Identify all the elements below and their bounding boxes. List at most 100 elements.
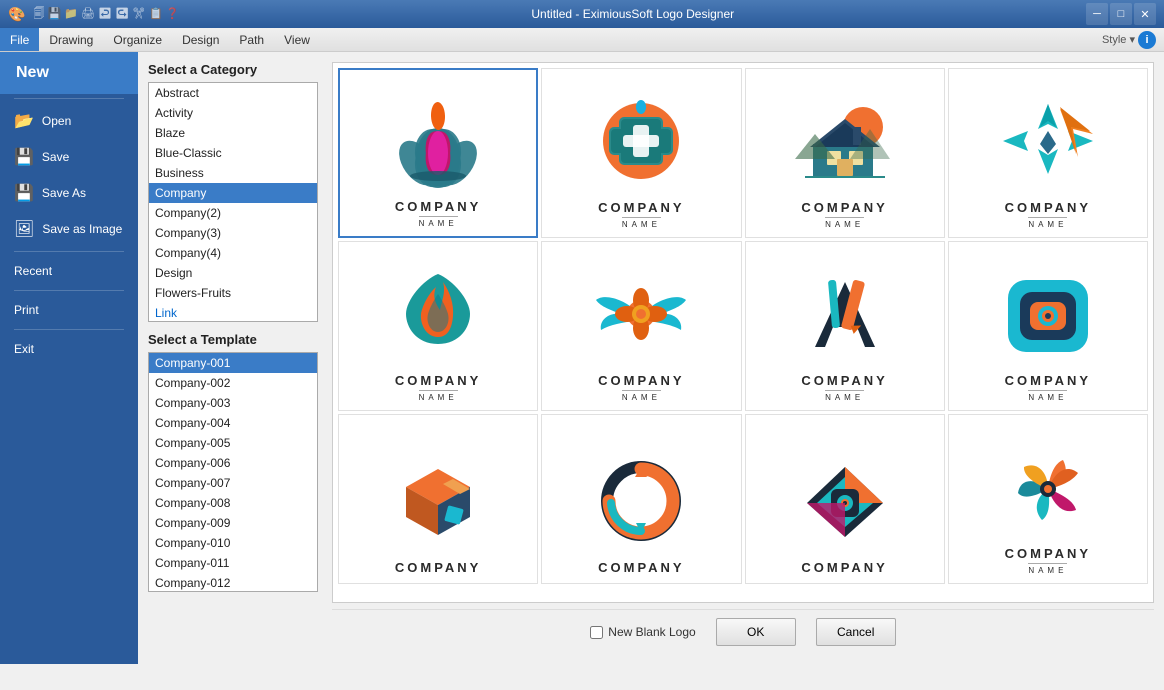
info-icon[interactable]: i (1138, 31, 1156, 49)
recent-label: Recent (14, 264, 52, 278)
logo-name-8: COMPANY (1005, 373, 1091, 388)
category-section: Select a Category Abstract Activity Blaz… (148, 62, 318, 322)
logo-svg-3 (795, 94, 895, 194)
logo-name-9: COMPANY (395, 560, 481, 575)
template-002[interactable]: Company-002 (149, 373, 317, 393)
template-title: Select a Template (148, 332, 318, 347)
logo-cell-5[interactable]: COMPANY NAME (338, 241, 538, 411)
logo-cell-3[interactable]: COMPANY NAME (745, 68, 945, 238)
logo-cell-1[interactable]: COMPANY NAME (338, 68, 538, 238)
blank-logo-label: New Blank Logo (608, 625, 695, 639)
menu-organize[interactable]: Organize (103, 28, 172, 51)
template-010[interactable]: Company-010 (149, 533, 317, 553)
logo-subname-6: NAME (622, 390, 661, 402)
template-007[interactable]: Company-007 (149, 473, 317, 493)
category-flowers-fruits[interactable]: Flowers-Fruits (149, 283, 317, 303)
template-001[interactable]: Company-001 (149, 353, 317, 373)
save-image-icon: 🖼 (14, 219, 34, 239)
blank-logo-checkbox-label[interactable]: New Blank Logo (590, 625, 695, 639)
category-link[interactable]: Link (149, 303, 317, 322)
category-activity[interactable]: Activity (149, 103, 317, 123)
category-company-4[interactable]: Company(4) (149, 243, 317, 263)
menu-bar: File Drawing Organize Design Path View S… (0, 28, 1164, 52)
logo-subname-7: NAME (825, 390, 864, 402)
category-company-3[interactable]: Company(3) (149, 223, 317, 243)
category-business[interactable]: Business (149, 163, 317, 183)
recent-button[interactable]: Recent (0, 256, 138, 286)
logo-subname-4: NAME (1028, 217, 1067, 229)
logo-cell-10[interactable]: COMPANY (541, 414, 741, 584)
print-label: Print (14, 303, 39, 317)
main-layout: New 📂 Open 💾 Save 💾 Save As 🖼 Save as Im… (0, 52, 1164, 664)
logo-name-10: COMPANY (598, 560, 684, 575)
close-button[interactable]: ✕ (1134, 3, 1156, 25)
save-as-image-button[interactable]: 🖼 Save as Image (0, 211, 138, 247)
logo-cell-6[interactable]: COMPANY NAME (541, 241, 741, 411)
menu-path[interactable]: Path (229, 28, 274, 51)
logo-svg-10 (591, 454, 691, 554)
save-as-button[interactable]: 💾 Save As (0, 175, 138, 211)
logo-name-7: COMPANY (801, 373, 887, 388)
logo-cell-8[interactable]: COMPANY NAME (948, 241, 1148, 411)
menu-drawing[interactable]: Drawing (39, 28, 103, 51)
category-design[interactable]: Design (149, 263, 317, 283)
logo-grid-container[interactable]: COMPANY NAME (332, 62, 1154, 603)
template-012[interactable]: Company-012 (149, 573, 317, 592)
maximize-button[interactable]: □ (1110, 3, 1132, 25)
category-company-2[interactable]: Company(2) (149, 203, 317, 223)
exit-label: Exit (14, 342, 34, 356)
logo-svg-1 (388, 93, 488, 193)
save-as-icon: 💾 (14, 183, 34, 203)
menu-file[interactable]: File (0, 28, 39, 51)
save-button[interactable]: 💾 Save (0, 139, 138, 175)
logo-cell-11[interactable]: COMPANY (745, 414, 945, 584)
logo-cell-7[interactable]: COMPANY NAME (745, 241, 945, 411)
logo-svg-11 (795, 454, 895, 554)
open-button[interactable]: 📂 Open (0, 103, 138, 139)
category-title: Select a Category (148, 62, 318, 77)
logo-cell-2[interactable]: COMPANY NAME (541, 68, 741, 238)
logo-cell-4[interactable]: COMPANY NAME (948, 68, 1148, 238)
template-009[interactable]: Company-009 (149, 513, 317, 533)
template-list[interactable]: Company-001 Company-002 Company-003 Comp… (148, 352, 318, 592)
logo-subname-3: NAME (825, 217, 864, 229)
new-button[interactable]: New (0, 52, 138, 94)
category-blue-classic[interactable]: Blue-Classic (149, 143, 317, 163)
template-006[interactable]: Company-006 (149, 453, 317, 473)
exit-button[interactable]: Exit (0, 334, 138, 364)
category-blaze[interactable]: Blaze (149, 123, 317, 143)
logo-name-3: COMPANY (801, 200, 887, 215)
separator-2 (14, 251, 124, 252)
logo-subname-8: NAME (1028, 390, 1067, 402)
bottom-bar: New Blank Logo OK Cancel (332, 609, 1154, 654)
logo-subname-12: NAME (1028, 563, 1067, 575)
category-company[interactable]: Company (149, 183, 317, 203)
logo-cell-12[interactable]: COMPANY NAME (948, 414, 1148, 584)
cancel-button[interactable]: Cancel (816, 618, 896, 646)
menu-view[interactable]: View (274, 28, 320, 51)
menu-design[interactable]: Design (172, 28, 229, 51)
file-sidebar: New 📂 Open 💾 Save 💾 Save As 🖼 Save as Im… (0, 52, 138, 664)
logo-svg-12 (998, 440, 1098, 540)
template-008[interactable]: Company-008 (149, 493, 317, 513)
template-003[interactable]: Company-003 (149, 393, 317, 413)
blank-logo-checkbox[interactable] (590, 626, 603, 639)
ok-button[interactable]: OK (716, 618, 796, 646)
minimize-button[interactable]: ─ (1086, 3, 1108, 25)
logo-svg-4 (998, 94, 1098, 194)
category-list[interactable]: Abstract Activity Blaze Blue-Classic Bus… (148, 82, 318, 322)
separator-4 (14, 329, 124, 330)
logo-svg-6 (591, 267, 691, 367)
window-controls: ─ □ ✕ (1086, 3, 1156, 25)
logo-subname-1: NAME (419, 216, 458, 228)
logo-svg-2 (591, 94, 691, 194)
two-col-layout: Select a Category Abstract Activity Blaz… (148, 62, 1154, 654)
template-005[interactable]: Company-005 (149, 433, 317, 453)
style-label: Style ▾ (1102, 33, 1135, 46)
logo-name-4: COMPANY (1005, 200, 1091, 215)
category-abstract[interactable]: Abstract (149, 83, 317, 103)
print-button[interactable]: Print (0, 295, 138, 325)
template-004[interactable]: Company-004 (149, 413, 317, 433)
logo-cell-9[interactable]: COMPANY (338, 414, 538, 584)
template-011[interactable]: Company-011 (149, 553, 317, 573)
